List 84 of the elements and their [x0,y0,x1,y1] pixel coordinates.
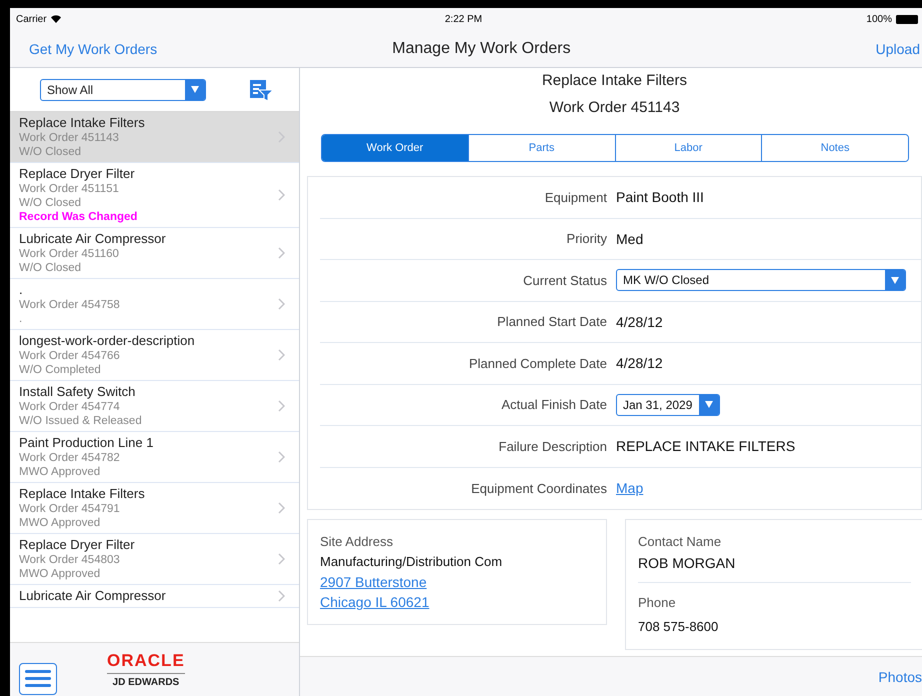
phone-number: 708 575-8600 [638,618,720,636]
chevron-icon [278,247,285,259]
field-label: Failure Description [498,438,608,454]
field-value: Paint Booth III [616,189,704,206]
item-detail: Work Order 454791 [19,502,121,516]
map-link[interactable]: Map [616,480,644,496]
field-label: Current Status [522,272,608,288]
item-title: Lubricate Air Compressor [19,588,166,604]
item-detail: Work Order 454774 [19,400,121,414]
site-label: Site Address [320,533,394,551]
item-detail: MWO Approved [19,516,102,530]
item-title: Replace Intake Filters [19,115,145,131]
field-label: Equipment [544,190,608,205]
battery-label: 100% [866,14,892,24]
changed-note: Record Was Changed [19,210,138,224]
item-title: longest-work-order-description [19,333,195,349]
item-title: . [19,282,24,298]
item-title: Replace Dryer Filter [19,166,136,182]
chevron-icon [278,189,285,201]
field-value: REPLACE INTAKE FILTERS [616,438,796,454]
field-label: Actual Finish Date [500,397,608,412]
work-order-item[interactable]: Replace Intake Filters Work Order 451143 W/O Closed [10,112,299,163]
chevron-icon [278,502,285,514]
field-label: Planned Start Date [496,314,608,330]
filter-icon[interactable] [249,78,273,100]
item-detail: . [19,312,24,326]
item-title: Paint Production Line 1 [19,435,154,451]
carrier-label: Carrier [16,14,47,24]
item-title: Install Safety Switch [19,384,136,400]
nav-title: Manage My Work Orders [392,40,571,58]
item-detail: Work Order 451160 [19,247,120,261]
tab[interactable]: Work Order [322,135,468,161]
detail-subtitle: Work Order 451143 [549,99,680,116]
field-label: Planned Complete Date [468,356,608,371]
detail-title: Replace Intake Filters [542,72,688,89]
item-detail: W/O Closed [19,196,82,210]
contact-label: Contact Name [638,533,722,551]
field-value: Med [616,230,644,247]
field-label: Priority [566,231,608,246]
item-detail: Work Order 454803 [19,553,121,567]
item-detail: W/O Closed [19,261,82,275]
chevron-icon [278,553,285,565]
chevron-icon [278,400,285,412]
status-dropdown[interactable]: MK W/O Closed [616,269,906,292]
address-link[interactable]: 2907 Butterstone [320,572,594,592]
address-link[interactable]: Chicago IL 60621 [320,592,594,612]
clock: 2:22 PM [444,14,482,24]
caret-icon [191,86,199,93]
contact-name: ROB MORGAN [638,554,736,573]
item-detail: Work Order 451143 [19,131,120,145]
item-detail: W/O Completed [19,363,102,377]
chevron-icon [278,349,285,361]
item-detail: MWO Approved [19,465,102,479]
phone-label: Phone [638,594,677,612]
caret-icon [891,276,899,284]
item-title: Replace Dryer Filter [19,537,135,553]
item-detail: Work Order 454758 [19,298,120,312]
item-detail: W/O Issued & Released [19,414,142,428]
chevron-icon [278,451,285,463]
item-detail: W/O Closed [19,145,82,159]
field-label: Equipment Coordinates [470,480,608,496]
battery-icon [896,14,918,24]
upload-button[interactable]: Upload [876,40,920,56]
get-work-orders-button[interactable]: Get My Work Orders [29,40,158,56]
caret-icon [705,401,713,408]
menu-button[interactable] [19,662,57,694]
item-title: Lubricate Air Compressor [19,231,166,247]
item-detail: MWO Approved [19,567,102,581]
logo-brand: ORACLE [107,651,185,674]
item-detail: Work Order 454766 [19,349,121,363]
field-value: 4/28/12 [616,355,663,372]
filter-dropdown[interactable]: Show All [40,78,206,100]
field-value: 4/28/12 [616,314,663,330]
chevron-icon [278,590,285,602]
site-name: Manufacturing/Distribution Com [320,553,504,571]
wifi-icon [50,15,61,23]
logo-product: JD EDWARDS [112,677,180,688]
chevron-icon [278,298,285,310]
photos-button[interactable]: Photos [878,668,922,684]
item-detail: Work Order 454782 [19,451,121,465]
tab[interactable]: Notes [761,135,908,161]
item-detail: Work Order 451151 [19,182,120,196]
date-picker[interactable]: Jan 31, 2029 [616,394,720,416]
item-title: Replace Intake Filters [19,486,145,502]
